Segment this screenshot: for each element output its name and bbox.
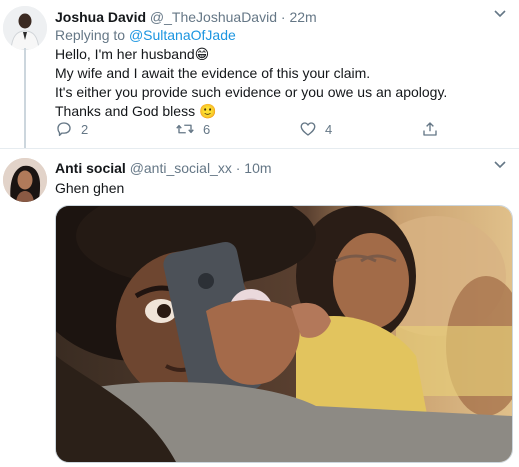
heart-icon bbox=[299, 120, 317, 138]
tweet-text: Hello, I'm her husband😁 My wife and I aw… bbox=[55, 45, 505, 121]
timestamp[interactable]: 22m bbox=[289, 9, 316, 25]
handle[interactable]: @anti_social_xx bbox=[130, 160, 232, 176]
tweet-line-text: Thanks and God bless bbox=[55, 103, 196, 119]
reply-count: 2 bbox=[81, 121, 89, 137]
retweet-count: 6 bbox=[203, 121, 211, 137]
display-name[interactable]: Anti social bbox=[55, 160, 126, 176]
replying-label: Replying to bbox=[55, 27, 126, 43]
reply-icon bbox=[55, 120, 73, 138]
separator-dot: · bbox=[280, 9, 286, 25]
replying-to-link[interactable]: @SultanaOfJade bbox=[129, 27, 236, 43]
tweet-line: Thanks and God bless 🙂 bbox=[55, 102, 505, 121]
chevron-down-icon[interactable] bbox=[493, 158, 507, 173]
retweet-icon bbox=[175, 120, 195, 138]
replying-to: Replying to @SultanaOfJade bbox=[55, 27, 236, 43]
retweet-button[interactable]: 6 bbox=[175, 120, 210, 138]
separator-dot: · bbox=[235, 160, 241, 176]
tweet-line: It's either you provide such evidence or… bbox=[55, 84, 448, 100]
avatar[interactable] bbox=[3, 158, 47, 202]
tweet-header: Anti social @anti_social_xx · 10m bbox=[55, 160, 272, 176]
display-name[interactable]: Joshua David bbox=[55, 9, 146, 25]
chevron-down-icon[interactable] bbox=[493, 7, 507, 22]
smile-emoji: 🙂 bbox=[198, 103, 217, 119]
tweet-header: Joshua David @_TheJoshuaDavid · 22m bbox=[55, 9, 317, 25]
tweet-text: Ghen ghen bbox=[55, 180, 125, 196]
like-button[interactable]: 4 bbox=[299, 120, 332, 138]
share-icon bbox=[421, 120, 439, 138]
reply-button[interactable]: 2 bbox=[55, 120, 88, 138]
handle[interactable]: @_TheJoshuaDavid bbox=[150, 9, 277, 25]
tweet-line: Hello, I'm her husband😁 bbox=[55, 45, 505, 64]
thread-line bbox=[24, 48, 26, 153]
avatar[interactable] bbox=[3, 6, 47, 50]
grin-emoji: 😁 bbox=[194, 46, 210, 62]
tweet-joshua[interactable]: Joshua David @_TheJoshuaDavid · 22m Repl… bbox=[0, 0, 519, 153]
like-count: 4 bbox=[325, 121, 333, 137]
tweet-line-text: Hello, I'm her husband bbox=[55, 46, 195, 62]
timestamp[interactable]: 10m bbox=[244, 160, 271, 176]
tweet-media-image[interactable] bbox=[55, 205, 513, 463]
tweet-actions: 2 6 4 bbox=[55, 120, 455, 140]
tweet-line: My wife and I await the evidence of this… bbox=[55, 65, 371, 81]
share-button[interactable] bbox=[421, 120, 439, 138]
